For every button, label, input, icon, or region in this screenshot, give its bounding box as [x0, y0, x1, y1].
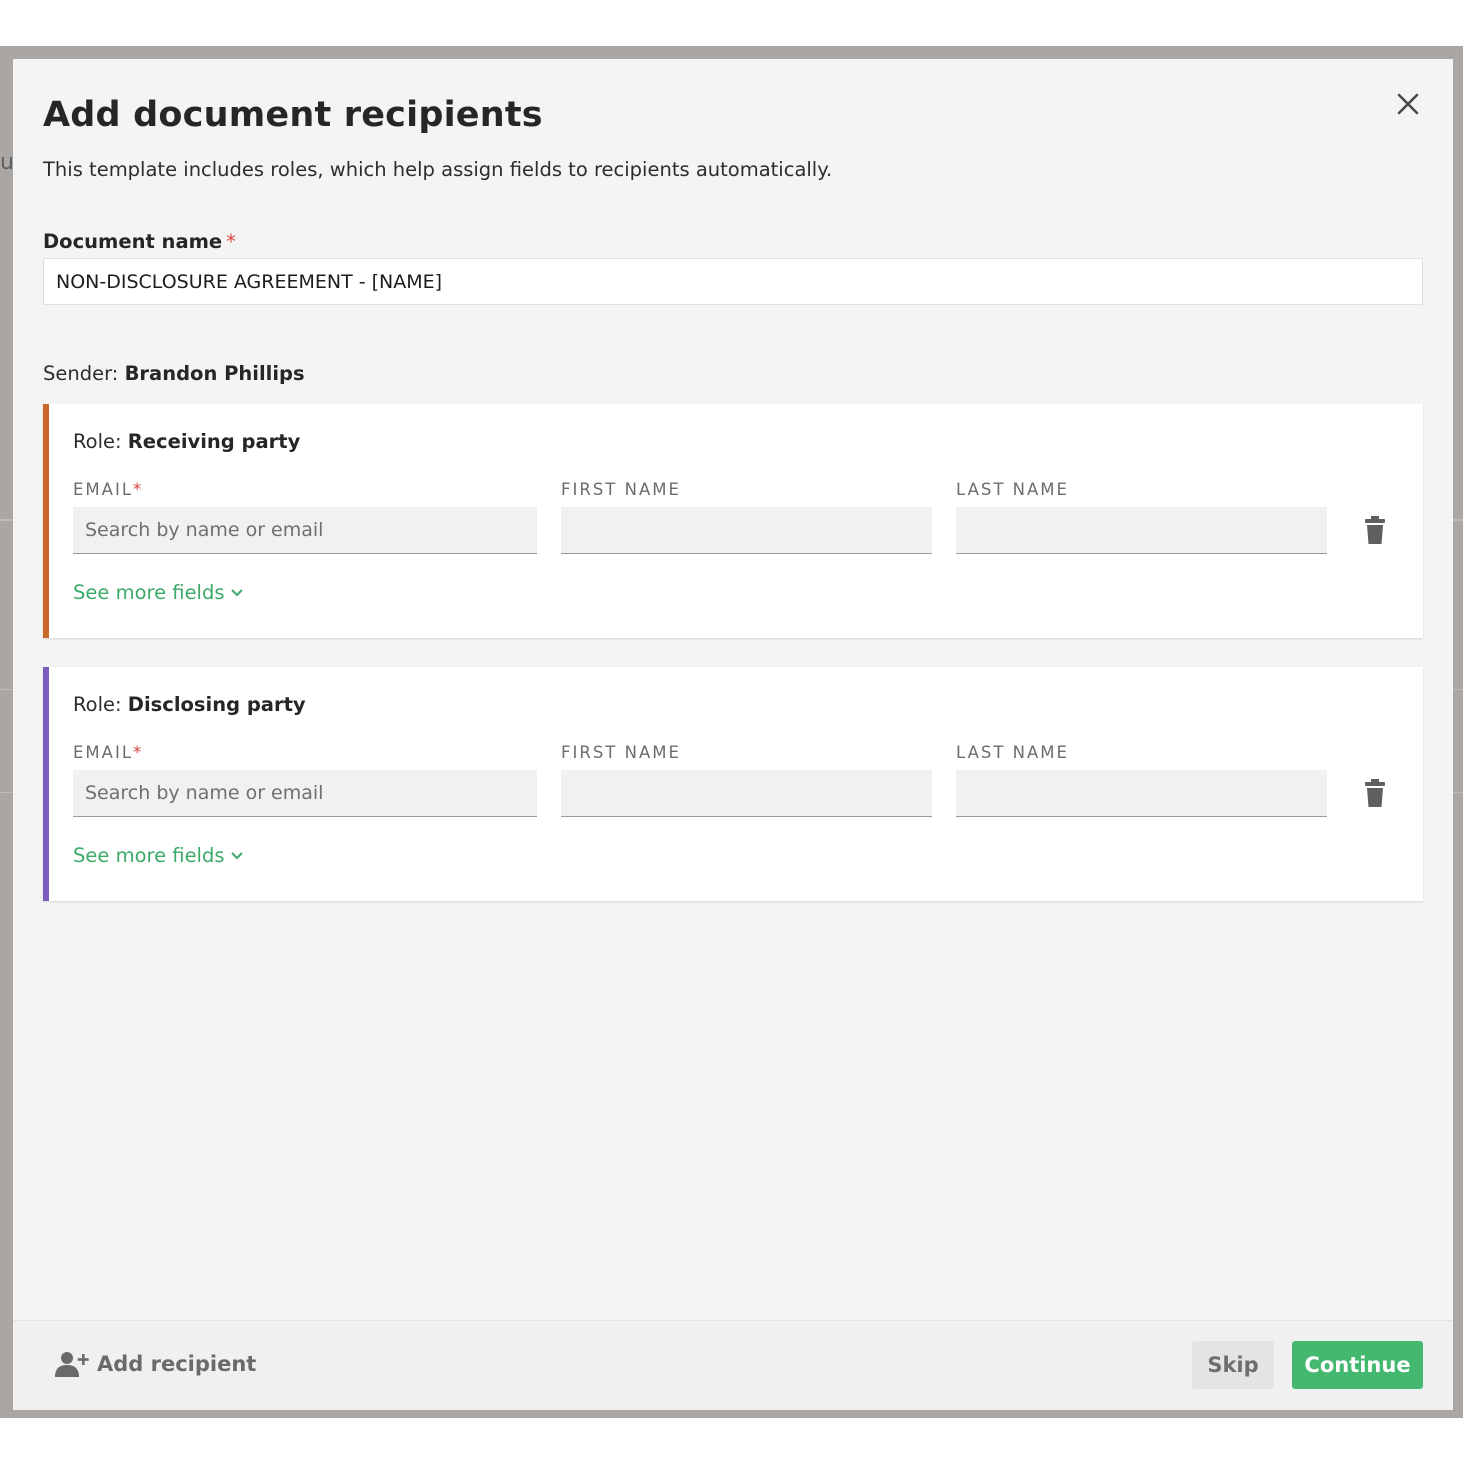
background-divider	[0, 792, 13, 793]
see-more-fields-label: See more fields	[73, 844, 225, 867]
first-name-input[interactable]	[561, 770, 932, 817]
email-label: EMAIL*	[73, 480, 141, 499]
role-title: Role: Receiving party	[73, 430, 300, 453]
email-search-input[interactable]	[73, 507, 537, 554]
document-name-label: Document name *	[43, 230, 236, 253]
role-card-receiving-party: Role: Receiving party EMAIL* FIRST NAME …	[43, 404, 1423, 638]
document-name-input[interactable]	[43, 258, 1423, 305]
add-recipient-label: Add recipient	[97, 1352, 257, 1376]
document-name-label-text: Document name	[43, 230, 223, 253]
first-name-input[interactable]	[561, 507, 932, 554]
see-more-fields-label: See more fields	[73, 581, 225, 604]
role-name: Disclosing party	[127, 693, 306, 716]
email-label: EMAIL*	[73, 743, 141, 762]
role-label: Role:	[73, 430, 122, 453]
role-card-disclosing-party: Role: Disclosing party EMAIL* FIRST NAME…	[43, 667, 1423, 901]
delete-recipient-button[interactable]	[1362, 516, 1388, 544]
add-user-icon	[55, 1352, 89, 1377]
background-divider	[0, 689, 13, 690]
required-marker: *	[226, 230, 236, 253]
last-name-input[interactable]	[956, 770, 1327, 817]
last-name-label: LAST NAME	[956, 743, 1069, 762]
role-label: Role:	[73, 693, 122, 716]
first-name-label: FIRST NAME	[561, 743, 681, 762]
delete-recipient-button[interactable]	[1362, 779, 1388, 807]
required-marker: *	[133, 743, 142, 762]
role-name: Receiving party	[127, 430, 301, 453]
close-icon	[1397, 93, 1419, 115]
chevron-down-icon	[230, 588, 243, 596]
required-marker: *	[133, 480, 142, 499]
continue-button[interactable]: Continue	[1292, 1341, 1423, 1389]
add-recipients-modal: Add document recipients This template in…	[13, 59, 1453, 1410]
background-divider	[1453, 519, 1463, 521]
background-divider	[1453, 689, 1463, 690]
email-label-text: EMAIL	[73, 480, 134, 499]
background-divider	[0, 519, 13, 521]
add-recipient-button[interactable]: Add recipient	[55, 1351, 256, 1377]
close-button[interactable]	[1393, 89, 1423, 119]
last-name-label: LAST NAME	[956, 480, 1069, 499]
trash-icon	[1365, 516, 1385, 544]
background-divider	[1453, 792, 1463, 793]
role-title: Role: Disclosing party	[73, 693, 306, 716]
modal-subtitle: This template includes roles, which help…	[43, 158, 833, 181]
sender-line: Sender: Brandon Phillips	[43, 362, 305, 385]
modal-title: Add document recipients	[43, 95, 543, 135]
email-label-text: EMAIL	[73, 743, 134, 762]
modal-footer: Add recipient Skip Continue	[13, 1320, 1453, 1410]
skip-button[interactable]: Skip	[1192, 1341, 1274, 1389]
first-name-label: FIRST NAME	[561, 480, 681, 499]
background-text: u	[0, 150, 14, 175]
email-search-input[interactable]	[73, 770, 537, 817]
trash-icon	[1365, 779, 1385, 807]
see-more-fields-link[interactable]: See more fields	[73, 581, 244, 604]
see-more-fields-link[interactable]: See more fields	[73, 844, 244, 867]
sender-label: Sender:	[43, 362, 119, 385]
sender-name: Brandon Phillips	[124, 362, 305, 385]
chevron-down-icon	[230, 851, 243, 859]
last-name-input[interactable]	[956, 507, 1327, 554]
